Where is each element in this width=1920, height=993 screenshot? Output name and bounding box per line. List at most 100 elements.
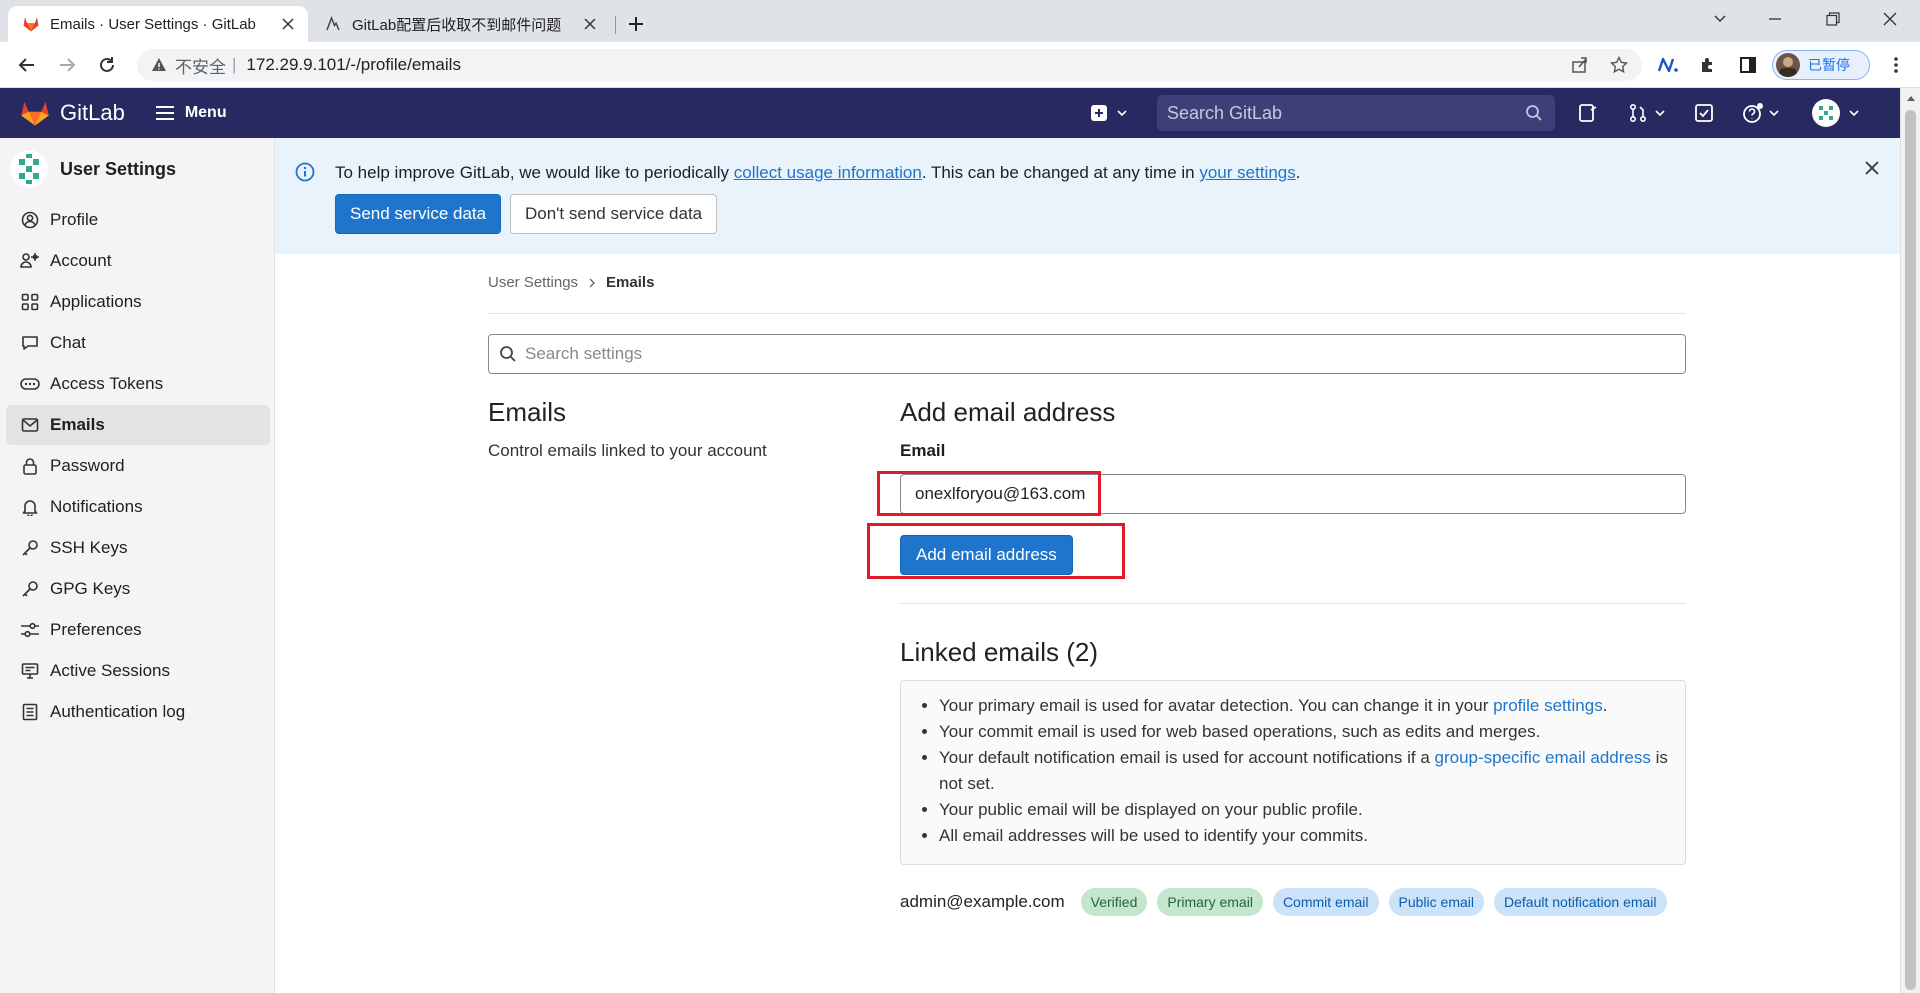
breadcrumb-current: Emails bbox=[606, 274, 655, 291]
gitlab-favicon-icon bbox=[22, 15, 40, 33]
create-new-button[interactable] bbox=[1090, 98, 1128, 128]
profile-paused-button[interactable]: 已暂停 bbox=[1772, 50, 1870, 80]
linked-email-address: admin@example.com bbox=[900, 892, 1065, 911]
new-tab-button[interactable] bbox=[622, 10, 650, 38]
info-icon bbox=[295, 162, 315, 182]
list-item: Your commit email is used for web based … bbox=[939, 719, 1669, 745]
scroll-up-icon[interactable] bbox=[1906, 94, 1916, 102]
scrollbar-thumb[interactable] bbox=[1905, 110, 1916, 990]
share-icon bbox=[1572, 57, 1587, 73]
arrow-left-icon bbox=[18, 58, 34, 72]
tab-gitlab-issue[interactable]: GitLab配置后收取不到邮件问题 bbox=[310, 6, 610, 42]
sidebar-item-gpg-keys[interactable]: GPG Keys bbox=[6, 569, 270, 609]
close-tab-icon[interactable] bbox=[578, 12, 602, 36]
reload-button[interactable] bbox=[91, 49, 123, 81]
help-button[interactable] bbox=[1742, 98, 1780, 128]
mail-icon bbox=[20, 417, 40, 433]
tab-search-button[interactable] bbox=[1690, 0, 1750, 38]
breadcrumb-user-settings[interactable]: User Settings bbox=[488, 274, 578, 291]
user-menu-button[interactable] bbox=[1812, 98, 1860, 128]
restore-button[interactable] bbox=[1803, 0, 1863, 38]
sidebar-item-chat[interactable]: Chat bbox=[6, 323, 270, 363]
sidebar-item-password[interactable]: Password bbox=[6, 446, 270, 486]
chevron-down-icon bbox=[1714, 15, 1726, 23]
sidebar-item-account[interactable]: Account bbox=[6, 241, 270, 281]
security-label[interactable]: 不安全 bbox=[175, 53, 226, 78]
group-specific-email-link[interactable]: group-specific email address bbox=[1435, 748, 1651, 767]
forward-button[interactable] bbox=[51, 49, 83, 81]
sidebar-item-notifications[interactable]: Notifications bbox=[6, 487, 270, 527]
linked-emails-title: Linked emails (2) bbox=[900, 637, 1098, 667]
sidebar-item-emails[interactable]: Emails bbox=[6, 405, 270, 445]
more-vertical-icon bbox=[1894, 57, 1898, 73]
settings-search-input[interactable]: Search settings bbox=[488, 334, 1686, 374]
key-icon bbox=[20, 539, 40, 557]
todos-button[interactable] bbox=[1694, 98, 1714, 128]
tab-emails[interactable]: Emails · User Settings · GitLab bbox=[8, 6, 308, 42]
browser-toolbar: 不安全 | 172.29.9.101/-/profile/emails 已暂停 bbox=[0, 42, 1920, 88]
extension-n-button[interactable] bbox=[1652, 49, 1684, 81]
gitlab-search-input[interactable]: Search GitLab bbox=[1157, 95, 1555, 131]
address-bar[interactable]: 不安全 | 172.29.9.101/-/profile/emails bbox=[137, 49, 1642, 81]
sidebar-item-ssh-keys[interactable]: SSH Keys bbox=[6, 528, 270, 568]
verified-badge: Verified bbox=[1080, 888, 1148, 916]
your-settings-link[interactable]: your settings bbox=[1199, 163, 1295, 182]
gitlab-home-link[interactable]: GitLab bbox=[20, 99, 125, 127]
menu-button[interactable]: Menu bbox=[155, 104, 227, 122]
extension-n-icon bbox=[1657, 57, 1678, 73]
restore-icon bbox=[1826, 12, 1840, 26]
sidebar-item-authentication-log[interactable]: Authentication log bbox=[6, 692, 270, 732]
email-field-label: Email bbox=[900, 441, 946, 460]
primary-email-badge: Primary email bbox=[1157, 888, 1263, 916]
address-divider: | bbox=[232, 55, 237, 74]
reload-icon bbox=[100, 57, 114, 72]
collect-usage-link[interactable]: collect usage information bbox=[734, 163, 922, 182]
share-button[interactable] bbox=[1565, 49, 1595, 81]
close-window-button[interactable] bbox=[1860, 0, 1920, 38]
divider bbox=[900, 603, 1686, 604]
close-tab-icon[interactable] bbox=[276, 12, 300, 36]
add-email-title: Add email address bbox=[900, 397, 1116, 427]
bell-icon bbox=[20, 498, 40, 516]
sidebar-item-preferences[interactable]: Preferences bbox=[6, 610, 270, 650]
browser-menu-button[interactable] bbox=[1880, 49, 1912, 81]
sidebar-item-profile[interactable]: Profile bbox=[6, 200, 270, 240]
sidebar-item-active-sessions[interactable]: Active Sessions bbox=[6, 651, 270, 691]
user-avatar-icon bbox=[1812, 99, 1840, 127]
close-banner-icon[interactable] bbox=[1864, 160, 1880, 176]
bookmark-button[interactable] bbox=[1604, 49, 1634, 81]
side-panel-button[interactable] bbox=[1732, 49, 1764, 81]
profile-icon bbox=[20, 211, 40, 229]
settings-sidebar: User Settings Profile Account Applicatio… bbox=[0, 138, 275, 993]
gitlab-header: GitLab Menu Search GitLab bbox=[0, 88, 1900, 138]
plus-square-icon bbox=[1091, 105, 1107, 121]
page-scrollbar[interactable] bbox=[1900, 88, 1920, 993]
dont-send-service-data-button[interactable]: Don't send service data bbox=[510, 194, 718, 234]
sidebar-context-header[interactable]: User Settings bbox=[0, 138, 274, 200]
sidebar-item-applications[interactable]: Applications bbox=[6, 282, 270, 322]
breadcrumb: User Settings Emails bbox=[488, 274, 654, 291]
hamburger-icon bbox=[155, 106, 174, 120]
warning-icon[interactable] bbox=[151, 57, 167, 73]
search-icon bbox=[1525, 104, 1543, 122]
issues-icon bbox=[1579, 104, 1597, 122]
token-icon bbox=[20, 377, 40, 391]
preferences-icon bbox=[20, 622, 40, 638]
list-item: Your public email will be displayed on y… bbox=[939, 797, 1669, 823]
issues-button[interactable] bbox=[1578, 98, 1598, 128]
list-item: All email addresses will be used to iden… bbox=[939, 823, 1669, 849]
linked-emails-notes: Your primary email is used for avatar de… bbox=[900, 680, 1686, 865]
extensions-button[interactable] bbox=[1692, 49, 1724, 81]
applications-icon bbox=[20, 293, 40, 311]
sidebar-item-access-tokens[interactable]: Access Tokens bbox=[6, 364, 270, 404]
url-text[interactable]: 172.29.9.101/-/profile/emails bbox=[246, 55, 461, 75]
minimize-button[interactable] bbox=[1745, 0, 1805, 38]
divider bbox=[488, 313, 1686, 314]
send-service-data-button[interactable]: Send service data bbox=[335, 194, 502, 234]
profile-settings-link[interactable]: profile settings bbox=[1493, 696, 1603, 715]
key-icon bbox=[20, 580, 40, 598]
merge-requests-button[interactable] bbox=[1628, 98, 1666, 128]
account-icon bbox=[20, 252, 40, 270]
back-button[interactable] bbox=[11, 49, 43, 81]
plus-icon bbox=[629, 17, 643, 31]
